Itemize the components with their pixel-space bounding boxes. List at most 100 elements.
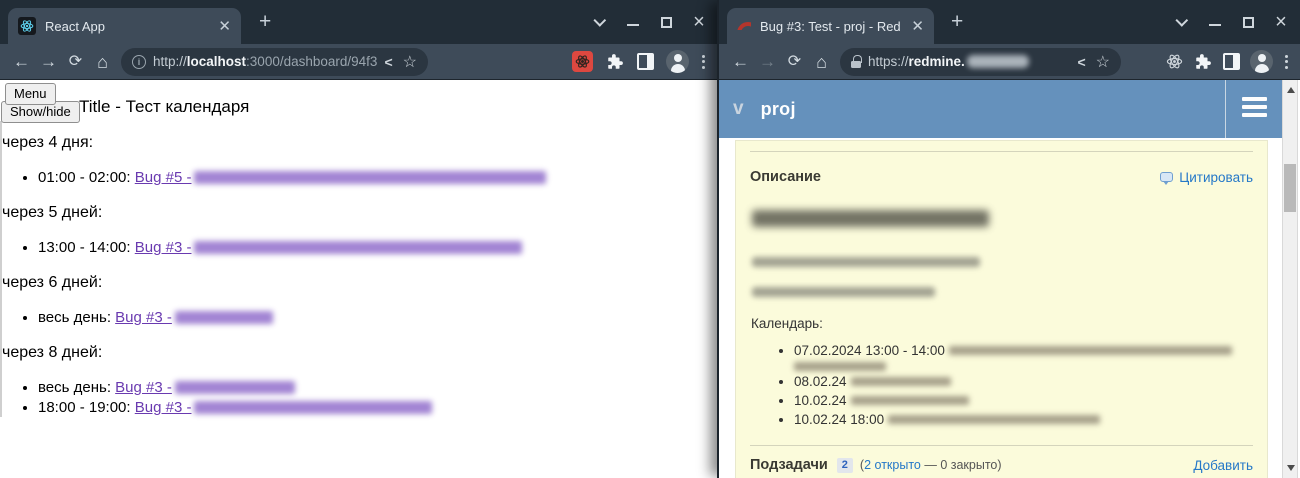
- subtasks-counts: (2 открыто — 0 закрыто): [860, 458, 1002, 472]
- calendar-item: 07.02.2024 13:00 - 14:00: [794, 343, 1253, 371]
- menu-button[interactable]: Menu: [5, 83, 56, 105]
- maximize-button[interactable]: [659, 15, 673, 29]
- calendar-item: 08.02.24: [794, 374, 1253, 390]
- back-icon[interactable]: ←: [727, 53, 754, 70]
- bug-link[interactable]: Bug #3 -: [115, 309, 172, 326]
- section-heading: через 8 дней:: [2, 344, 711, 362]
- calendar-entry: 13:00 - 14:00: Bug #3 -: [38, 239, 711, 256]
- redacted-link-text: [194, 401, 432, 414]
- project-expand-chevron-icon[interactable]: v: [733, 98, 744, 120]
- minimize-button[interactable]: [626, 15, 640, 29]
- back-icon[interactable]: ←: [8, 53, 35, 70]
- react-app-page: Menu Show/hide Title - Тест календаря че…: [0, 80, 717, 478]
- home-icon[interactable]: ⌂: [89, 53, 116, 71]
- tab-search-chevron-icon[interactable]: [593, 15, 607, 29]
- section-heading: через 6 дней:: [2, 274, 711, 292]
- react-devtools-extension-icon[interactable]: [572, 51, 593, 72]
- redacted-text: [851, 396, 969, 405]
- redmine-project-header: v proj: [719, 80, 1285, 138]
- project-name: proj: [761, 99, 796, 120]
- reload-icon[interactable]: ⟳: [62, 54, 89, 70]
- close-button[interactable]: ×: [692, 15, 706, 29]
- subtasks-heading: Подзадачи: [750, 457, 828, 473]
- side-panel-icon[interactable]: [1223, 53, 1240, 70]
- extensions-puzzle-icon[interactable]: [1194, 53, 1212, 71]
- description-heading: Описание: [750, 169, 821, 185]
- new-tab-button[interactable]: +: [259, 10, 271, 34]
- issue-description-box: Описание Цитировать Календарь: 07.02.202…: [735, 140, 1268, 478]
- react-devtools-extension-icon[interactable]: [1166, 53, 1183, 70]
- maximize-button[interactable]: [1241, 15, 1255, 29]
- tab-redmine[interactable]: Bug #3: Test - proj - Redmine ✕: [727, 8, 934, 44]
- redacted-link-text: [194, 171, 546, 184]
- home-icon[interactable]: ⌂: [808, 53, 835, 71]
- profile-avatar[interactable]: [666, 50, 689, 73]
- page-title: Title - Тест календаря: [79, 97, 249, 117]
- open-subtasks-link[interactable]: 2 открыто: [864, 458, 921, 472]
- share-icon[interactable]: <: [384, 54, 392, 70]
- extensions-puzzle-icon[interactable]: [606, 53, 624, 71]
- react-favicon-icon: [18, 17, 36, 35]
- tab-react-app[interactable]: React App ✕: [8, 8, 241, 44]
- right-browser-window: Bug #3: Test - proj - Redmine ✕ + × ← → …: [717, 0, 1300, 478]
- redacted-description-title: [752, 210, 989, 227]
- redacted-paragraph: [752, 257, 980, 267]
- screen: React App ✕ + × ← → ⟳ ⌂ i http://localho…: [0, 0, 1300, 478]
- calendar-sections: через 4 дня: 01:00 - 02:00: Bug #5 - чер…: [0, 134, 711, 434]
- browser-menu-icon[interactable]: [702, 55, 705, 69]
- section-heading: через 4 дня:: [2, 134, 711, 152]
- redacted-text: [888, 415, 1100, 424]
- hamburger-menu-icon[interactable]: [1242, 97, 1267, 117]
- scroll-down-icon[interactable]: [1287, 465, 1295, 471]
- secure-lock-icon[interactable]: [851, 55, 861, 68]
- redacted-text: [851, 377, 951, 386]
- address-bar[interactable]: https://redmine. < ☆: [840, 48, 1121, 76]
- left-toolbar: ← → ⟳ ⌂ i http://localhost:3000/dashboar…: [0, 44, 717, 80]
- scroll-up-icon[interactable]: [1287, 87, 1295, 93]
- bug-link[interactable]: Bug #3 -: [135, 399, 192, 416]
- url-text[interactable]: http://localhost:3000/dashboard/94f39a23…: [153, 54, 378, 69]
- tab-search-chevron-icon[interactable]: [1175, 15, 1189, 29]
- forward-icon[interactable]: →: [754, 53, 781, 70]
- calendar-entry: 01:00 - 02:00: Bug #5 -: [38, 169, 711, 186]
- bug-link[interactable]: Bug #3 -: [115, 379, 172, 396]
- redacted-text: [949, 346, 1232, 355]
- bookmark-star-icon[interactable]: ☆: [403, 52, 417, 72]
- header-divider: [1225, 80, 1226, 138]
- close-button[interactable]: ×: [1274, 15, 1288, 29]
- calendar-item: 10.02.24 18:00: [794, 412, 1253, 428]
- minimize-button[interactable]: [1208, 15, 1222, 29]
- new-tab-button[interactable]: +: [951, 10, 963, 34]
- url-text[interactable]: https://redmine.: [868, 54, 965, 69]
- address-bar[interactable]: i http://localhost:3000/dashboard/94f39a…: [121, 48, 428, 76]
- browser-menu-icon[interactable]: [1285, 55, 1288, 69]
- tab-close-icon[interactable]: ✕: [218, 19, 231, 34]
- left-browser-window: React App ✕ + × ← → ⟳ ⌂ i http://localho…: [0, 0, 717, 478]
- scrollbar-thumb[interactable]: [1284, 164, 1296, 212]
- right-tabstrip: Bug #3: Test - proj - Redmine ✕ + ×: [719, 0, 1300, 44]
- scrollbar[interactable]: [1282, 80, 1298, 478]
- side-panel-icon[interactable]: [637, 53, 654, 70]
- divider: [750, 151, 1253, 152]
- redacted-text: [794, 362, 886, 371]
- redacted-paragraph: [752, 287, 935, 297]
- bug-link[interactable]: Bug #3 -: [135, 239, 192, 256]
- subtasks-count-badge: 2: [837, 458, 853, 473]
- page-info-icon[interactable]: i: [132, 55, 146, 69]
- quote-action[interactable]: Цитировать: [1160, 170, 1253, 185]
- quote-bubble-icon: [1160, 172, 1173, 182]
- add-subtask-link[interactable]: Добавить: [1193, 458, 1253, 473]
- tab-title: React App: [45, 19, 208, 34]
- calendar-item: 10.02.24: [794, 393, 1253, 409]
- forward-icon[interactable]: →: [35, 53, 62, 70]
- bookmark-star-icon[interactable]: ☆: [1096, 52, 1110, 72]
- reload-icon[interactable]: ⟳: [781, 54, 808, 70]
- bug-link[interactable]: Bug #5 -: [135, 169, 192, 186]
- section-heading: через 5 дней:: [2, 204, 711, 222]
- share-icon[interactable]: <: [1077, 54, 1085, 70]
- profile-avatar[interactable]: [1250, 50, 1273, 73]
- quote-link[interactable]: Цитировать: [1179, 170, 1253, 185]
- redacted-link-text: [175, 381, 295, 394]
- tab-close-icon[interactable]: ✕: [911, 19, 924, 34]
- calendar-entry: весь день: Bug #3 -: [38, 309, 711, 326]
